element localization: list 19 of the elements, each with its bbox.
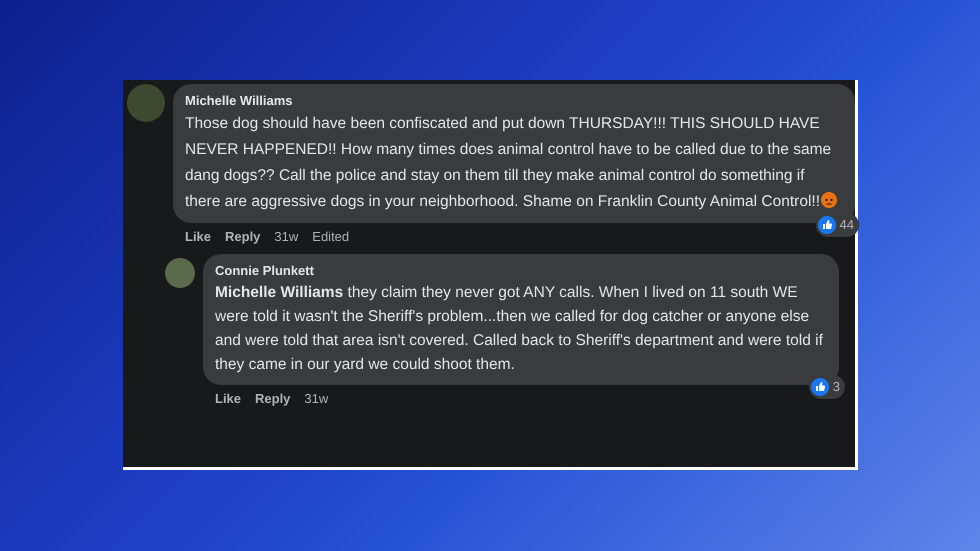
comment-author[interactable]: Connie Plunkett [215, 261, 827, 280]
reaction-badge[interactable]: 3 [808, 375, 845, 398]
comment-text: Michelle Williams they claim they never got ANY calls. When I lived on 11 south WE were told it wasn't the Sheriff's problem...then we called for dog catcher or anyone else and were told that area isn't covered. Called back to Sheriff's department and were told if they came in our yard we could shoot them. [215, 282, 824, 374]
edited-label: Edited [312, 228, 350, 246]
comment-time[interactable]: 31w [304, 388, 328, 408]
avatar [127, 84, 165, 122]
avatar [165, 258, 195, 288]
thumbs-up-icon [810, 378, 829, 396]
reaction-count: 3 [832, 378, 840, 396]
reaction-count: 44 [840, 216, 854, 234]
comment-author[interactable]: Michelle Williams [185, 91, 843, 110]
comment-time[interactable]: 31w [274, 226, 298, 246]
reaction-badge[interactable]: 44 [816, 213, 859, 236]
comment-action-link[interactable]: Like [185, 226, 212, 246]
comment-text: Those dog should have been confiscated and put down THURSDAY!!! THIS SHOULD HAVE NEVER HAPPENED!! How many times does animal control have to be called due to the same dang dogs?? Call the police and stay on them till they make animal control do something if there are aggressive dogs in your neighborhood. Shame on Franklin County Animal Control!! [185, 110, 843, 214]
thumbs-up-icon [818, 216, 836, 234]
comment-action-link[interactable]: Reply [255, 388, 290, 408]
comment-action-link[interactable]: Reply [225, 226, 260, 246]
comment-action-link[interactable]: Like [215, 388, 242, 408]
